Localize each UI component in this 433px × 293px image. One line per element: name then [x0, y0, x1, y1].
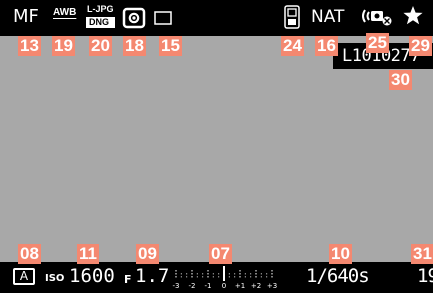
iso-label: ISO [45, 273, 65, 284]
aspect-frame-icon [154, 10, 172, 29]
callout-18: 18 [123, 36, 146, 56]
shutter-speed-value: 1/640s [306, 265, 370, 287]
hdr-icon [284, 5, 300, 33]
aperture-value: 1.7 [135, 265, 170, 287]
scale-label: -1 [204, 282, 212, 290]
top-status-bar: MF AWB L-JPG DNG NAT [0, 0, 433, 36]
callout-09: 09 [136, 244, 159, 264]
callout-08: 08 [18, 244, 41, 264]
callout-20: 20 [89, 36, 112, 56]
file-format-indicator: L-JPG DNG [86, 4, 116, 30]
aperture-prefix: F [124, 273, 132, 286]
callout-24: 24 [281, 36, 304, 56]
jpg-format-label: L-JPG [87, 4, 114, 14]
callout-11: 11 [77, 244, 99, 264]
image-stabilization-off-icon [361, 8, 393, 32]
callout-15: 15 [159, 36, 182, 56]
shots-remaining: 19 [417, 265, 433, 287]
scale-label: 0 [221, 282, 227, 290]
spot-metering-icon [122, 7, 146, 33]
scale-label: -2 [188, 282, 196, 290]
scale-label: +2 [250, 282, 262, 290]
exposure-mode-indicator: A [13, 268, 35, 285]
scale-label: +1 [234, 282, 246, 290]
callout-10: 10 [329, 244, 352, 264]
callout-19: 19 [52, 36, 75, 56]
scale-label: -3 [172, 282, 180, 290]
white-balance-indicator: AWB [53, 7, 77, 18]
camera-live-view: MF AWB L-JPG DNG NAT L1010277 A ISO 1600… [0, 0, 433, 293]
dng-format-label: DNG [89, 17, 109, 27]
callout-29: 29 [409, 36, 432, 56]
callout-16: 16 [315, 36, 338, 56]
exposure-scale: -3 -2 -1 0 +1 +2 +3 [170, 266, 280, 292]
callout-07: 07 [209, 244, 232, 264]
iso-value: 1600 [69, 265, 115, 287]
callout-25: 25 [366, 33, 389, 53]
film-style-indicator: NAT [311, 7, 345, 27]
callout-30: 30 [389, 70, 412, 90]
scale-label: +3 [266, 282, 278, 290]
callout-13: 13 [18, 36, 41, 56]
callout-31: 31 [411, 244, 433, 264]
star-icon [403, 6, 423, 29]
focus-mode-indicator: MF [13, 6, 39, 27]
